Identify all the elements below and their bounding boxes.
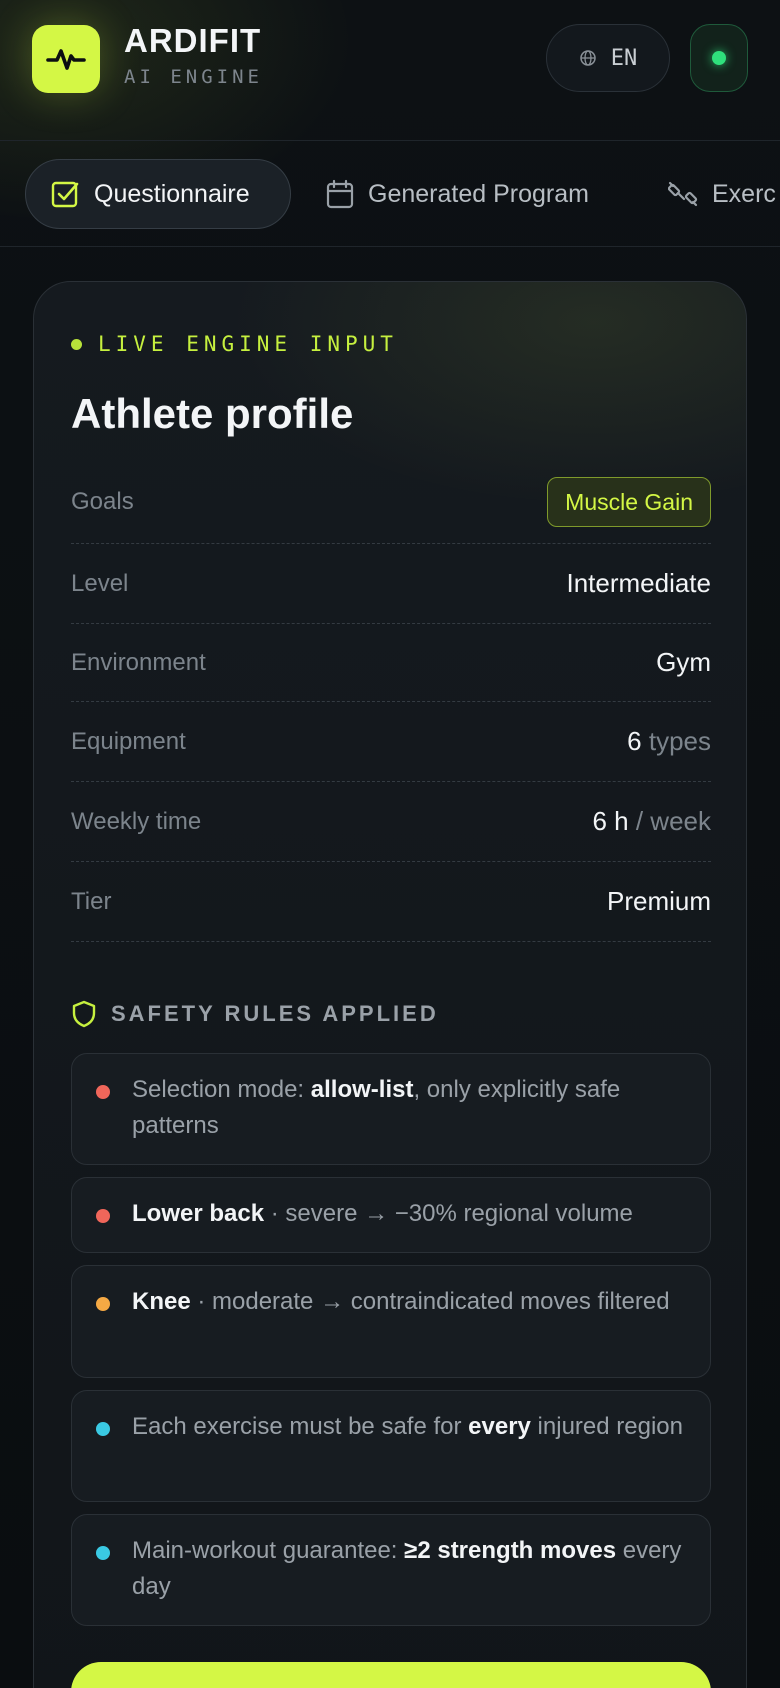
globe-icon	[580, 50, 596, 66]
row-label: Environment	[71, 648, 206, 676]
weekly-hours: 6 h	[592, 806, 629, 836]
rule-text-part: Main-workout guarantee:	[132, 1537, 405, 1564]
checkbox-icon	[51, 181, 79, 208]
rule-text-part: · moderate → contraindicated moves filte…	[190, 1288, 670, 1315]
safety-rule-item: Knee · moderate → contraindicated moves …	[71, 1265, 711, 1378]
row-label: Tier	[71, 887, 112, 915]
rule-text: Selection mode: allow-list, only explici…	[132, 1076, 620, 1139]
rule-text: Main-workout guarantee: ≥2 strength move…	[132, 1537, 681, 1600]
language-button[interactable]: EN	[546, 24, 670, 92]
rule-text: Knee · moderate → contraindicated moves …	[132, 1288, 670, 1315]
rule-text-bold: ≥2 strength moves	[404, 1537, 617, 1564]
rule-text-part: · severe → −30% regional volume	[264, 1200, 633, 1227]
rule-text-bold: Lower back	[132, 1200, 265, 1227]
safety-rule-item: Main-workout guarantee: ≥2 strength move…	[71, 1514, 711, 1626]
profile-row-level: Level Intermediate	[71, 544, 711, 624]
safety-title: SAFETY RULES APPLIED	[111, 1001, 439, 1026]
row-value: Gym	[656, 647, 711, 677]
rule-severity-dot	[96, 1546, 110, 1560]
safety-rule-item: Selection mode: allow-list, only explici…	[71, 1053, 711, 1165]
shield-icon	[72, 1000, 96, 1028]
row-value: 6 types	[627, 726, 711, 757]
status-indicator	[712, 51, 726, 65]
live-label: LIVE ENGINE INPUT	[98, 332, 398, 356]
profile-row-environment: Environment Gym	[71, 624, 711, 702]
profile-row-equipment: Equipment 6 types	[71, 702, 711, 782]
rule-text: Lower back · severe → −30% regional volu…	[132, 1200, 633, 1227]
equipment-unit: types	[648, 726, 711, 756]
row-value: 6 h / week	[592, 806, 711, 837]
tab-bar: Questionnaire Generated Program Exerc	[0, 141, 780, 247]
safety-rules-header: SAFETY RULES APPLIED	[71, 1000, 439, 1028]
row-label: Equipment	[71, 727, 186, 755]
tab-label: Exerc	[712, 179, 776, 208]
tab-generated-program[interactable]: Generated Program	[326, 159, 589, 229]
language-label: EN	[610, 45, 638, 71]
equipment-count: 6	[627, 726, 642, 756]
rule-text-bold: every	[468, 1413, 531, 1440]
row-label: Level	[71, 569, 129, 597]
pulse-icon	[46, 49, 86, 70]
rule-text: Each exercise must be safe for every inj…	[132, 1413, 683, 1440]
weekly-unit: / week	[635, 806, 711, 836]
dumbbell-icon	[668, 181, 698, 207]
athlete-profile-card: LIVE ENGINE INPUT Athlete profile Goals …	[33, 281, 747, 1688]
tab-exercises[interactable]: Exerc	[668, 159, 776, 229]
rule-text-bold: allow-list	[310, 1076, 414, 1103]
brand-name: ARDIFIT	[124, 22, 262, 59]
rule-text-part: Each exercise must be safe for	[132, 1413, 469, 1440]
profile-row-goals: Goals Muscle Gain	[71, 460, 711, 544]
calendar-icon	[326, 179, 354, 209]
engine-status-button[interactable]	[690, 24, 748, 92]
profile-row-tier: Tier Premium	[71, 862, 711, 942]
rule-severity-dot	[96, 1085, 110, 1099]
safety-rule-item: Each exercise must be safe for every inj…	[71, 1390, 711, 1502]
row-value: Intermediate	[566, 568, 711, 598]
goal-badge: Muscle Gain	[547, 476, 711, 527]
rule-text-part: Selection mode:	[132, 1076, 311, 1103]
generate-program-button[interactable]	[71, 1662, 711, 1688]
app-logo[interactable]	[32, 25, 100, 93]
rule-severity-dot	[96, 1422, 110, 1436]
app-header: ARDIFIT AI ENGINE EN	[0, 0, 780, 141]
rule-severity-dot	[96, 1209, 110, 1223]
row-label: Goals	[71, 487, 134, 515]
rule-text-bold: Knee	[132, 1288, 191, 1315]
rule-severity-dot	[96, 1297, 110, 1311]
row-label: Weekly time	[71, 807, 202, 835]
live-engine-tag: LIVE ENGINE INPUT	[71, 332, 398, 356]
row-value: Premium	[606, 886, 711, 916]
safety-rule-item: Lower back · severe → −30% regional volu…	[71, 1177, 711, 1253]
brand-subtitle: AI ENGINE	[124, 66, 263, 88]
tab-label: Generated Program	[368, 179, 589, 208]
tab-label: Questionnaire	[94, 179, 250, 208]
live-dot	[71, 338, 82, 350]
rule-text-part: injured region	[530, 1413, 683, 1440]
profile-row-weekly-time: Weekly time 6 h / week	[71, 782, 711, 862]
card-title: Athlete profile	[71, 390, 354, 437]
tab-questionnaire[interactable]: Questionnaire	[25, 159, 291, 229]
